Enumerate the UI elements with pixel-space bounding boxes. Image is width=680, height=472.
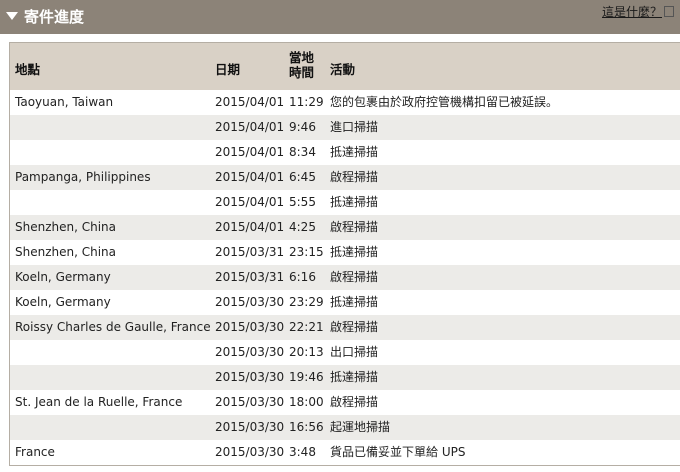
cell-time: 5:55 — [289, 195, 316, 209]
cell-location: Shenzhen, China — [15, 220, 117, 234]
cell-time: 4:25 — [289, 220, 316, 234]
cell-activity: 啟程掃描 — [330, 270, 379, 284]
cell-time: 9:46 — [289, 120, 316, 134]
cell-activity: 啟程掃描 — [330, 220, 379, 234]
help-link[interactable]: 這是什麼？ — [602, 5, 675, 19]
cell-time: 23:15 — [289, 245, 324, 259]
cell-location: Koeln, Germany — [15, 270, 111, 284]
cell-location: Pampanga, Philippines — [15, 170, 151, 184]
cell-time: 20:13 — [289, 345, 324, 359]
cell-time: 6:16 — [289, 270, 316, 284]
table-row: 2015/03/30 16:56 起運地掃描 — [10, 415, 680, 440]
cell-time: 6:45 — [289, 170, 316, 184]
table-row: 2015/04/01 9:46 進口掃描 — [10, 115, 680, 140]
collapse-triangle-icon[interactable] — [6, 12, 18, 20]
cell-date: 2015/03/30 — [215, 445, 285, 459]
cell-date: 2015/03/31 — [215, 245, 285, 259]
cell-date: 2015/04/01 — [215, 145, 285, 159]
cell-activity: 貨品已備妥並下單給 UPS — [330, 445, 466, 459]
table-row: St. Jean de la Ruelle, France 2015/03/30 1… — [10, 390, 680, 415]
section-title: 寄件進度 — [24, 8, 85, 26]
cell-activity: 出口掃描 — [330, 345, 379, 359]
cell-time: 18:00 — [289, 395, 324, 409]
cell-activity: 啟程掃描 — [330, 170, 379, 184]
cell-activity: 啟程掃描 — [330, 395, 379, 409]
cell-date: 2015/04/01 — [215, 195, 285, 209]
table-row: 2015/04/01 5:55 抵達掃描 — [10, 190, 680, 215]
cell-location: France — [15, 445, 55, 459]
table-row: Koeln, Germany 2015/03/30 23:29 抵達掃描 — [10, 290, 680, 315]
cell-time: 11:29 — [289, 95, 324, 109]
cell-activity: 啟程掃描 — [330, 320, 379, 334]
table-row: Shenzhen, China 2015/04/01 4:25 啟程掃描 — [10, 215, 680, 240]
table-row: Taoyuan, Taiwan 2015/04/01 11:29 您的包裹由於政府控管… — [10, 90, 680, 115]
cell-time: 16:56 — [289, 420, 324, 434]
cell-activity: 抵達掃描 — [330, 245, 379, 259]
cell-activity: 抵達掃描 — [330, 195, 379, 209]
column-header-local-time: 當地 時間 — [289, 50, 314, 80]
cell-activity: 起運地掃描 — [330, 420, 391, 434]
cell-location: Shenzhen, China — [15, 245, 117, 259]
table-row: Shenzhen, China 2015/03/31 23:15 抵達掃描 — [10, 240, 680, 265]
table-row: 2015/03/30 20:13 出口掃描 — [10, 340, 680, 365]
table-row: Roissy Charles de Gaulle, France 2015/03/… — [10, 315, 680, 340]
cell-time: 3:48 — [289, 445, 316, 459]
cell-activity: 您的包裹由於政府控管機構扣留已被延誤。 — [330, 95, 559, 109]
cell-date: 2015/03/31 — [215, 270, 285, 284]
cell-activity: 進口掃描 — [330, 120, 379, 134]
shipment-progress-table: 地點 日期 當地 時間 活動 Taoyuan, Taiwan 2015/04/01 1… — [9, 42, 680, 466]
cell-date: 2015/04/01 — [215, 95, 285, 109]
section-header[interactable]: 寄件進度 — [0, 0, 680, 34]
cell-activity: 抵達掃描 — [330, 295, 379, 309]
cell-date: 2015/04/01 — [215, 220, 285, 234]
cell-time: 22:21 — [289, 320, 324, 334]
cell-location: Taoyuan, Taiwan — [15, 95, 114, 109]
cell-date: 2015/03/30 — [215, 320, 285, 334]
table-row: Koeln, Germany 2015/03/31 6:16 啟程掃描 — [10, 265, 680, 290]
cell-time: 23:29 — [289, 295, 324, 309]
column-header-date: 日期 — [215, 62, 241, 77]
table-row: France 2015/03/30 3:48 貨品已備妥並下單給 UPS — [10, 440, 680, 465]
table-row: Pampanga, Philippines 2015/04/01 6:45 啟程掃描 — [10, 165, 680, 190]
cell-date: 2015/03/30 — [215, 295, 285, 309]
table-row: 2015/04/01 8:34 抵達掃描 — [10, 140, 680, 165]
column-header-activity: 活動 — [330, 62, 356, 77]
cell-date: 2015/04/01 — [215, 170, 285, 184]
column-header-local-time-line1: 當地 — [289, 50, 315, 65]
column-header-location: 地點 — [15, 62, 41, 77]
cell-date: 2015/03/30 — [215, 420, 285, 434]
cell-location: Roissy Charles de Gaulle, France — [15, 320, 211, 334]
cell-location: St. Jean de la Ruelle, France — [15, 395, 183, 409]
column-header-local-time-line2: 時間 — [289, 65, 315, 80]
cell-date: 2015/04/01 — [215, 120, 285, 134]
cell-date: 2015/03/30 — [215, 370, 285, 384]
cell-activity: 抵達掃描 — [330, 145, 379, 159]
cell-activity: 抵達掃描 — [330, 370, 379, 384]
popup-window-icon — [664, 6, 675, 17]
cell-location: Koeln, Germany — [15, 295, 111, 309]
table-header: 地點 日期 當地 時間 活動 — [10, 43, 680, 90]
cell-time: 8:34 — [289, 145, 316, 159]
cell-date: 2015/03/30 — [215, 345, 285, 359]
cell-time: 19:46 — [289, 370, 324, 384]
help-link-text: 這是什麼？ — [602, 5, 663, 19]
cell-date: 2015/03/30 — [215, 395, 285, 409]
table-row: 2015/03/30 19:46 抵達掃描 — [10, 365, 680, 390]
